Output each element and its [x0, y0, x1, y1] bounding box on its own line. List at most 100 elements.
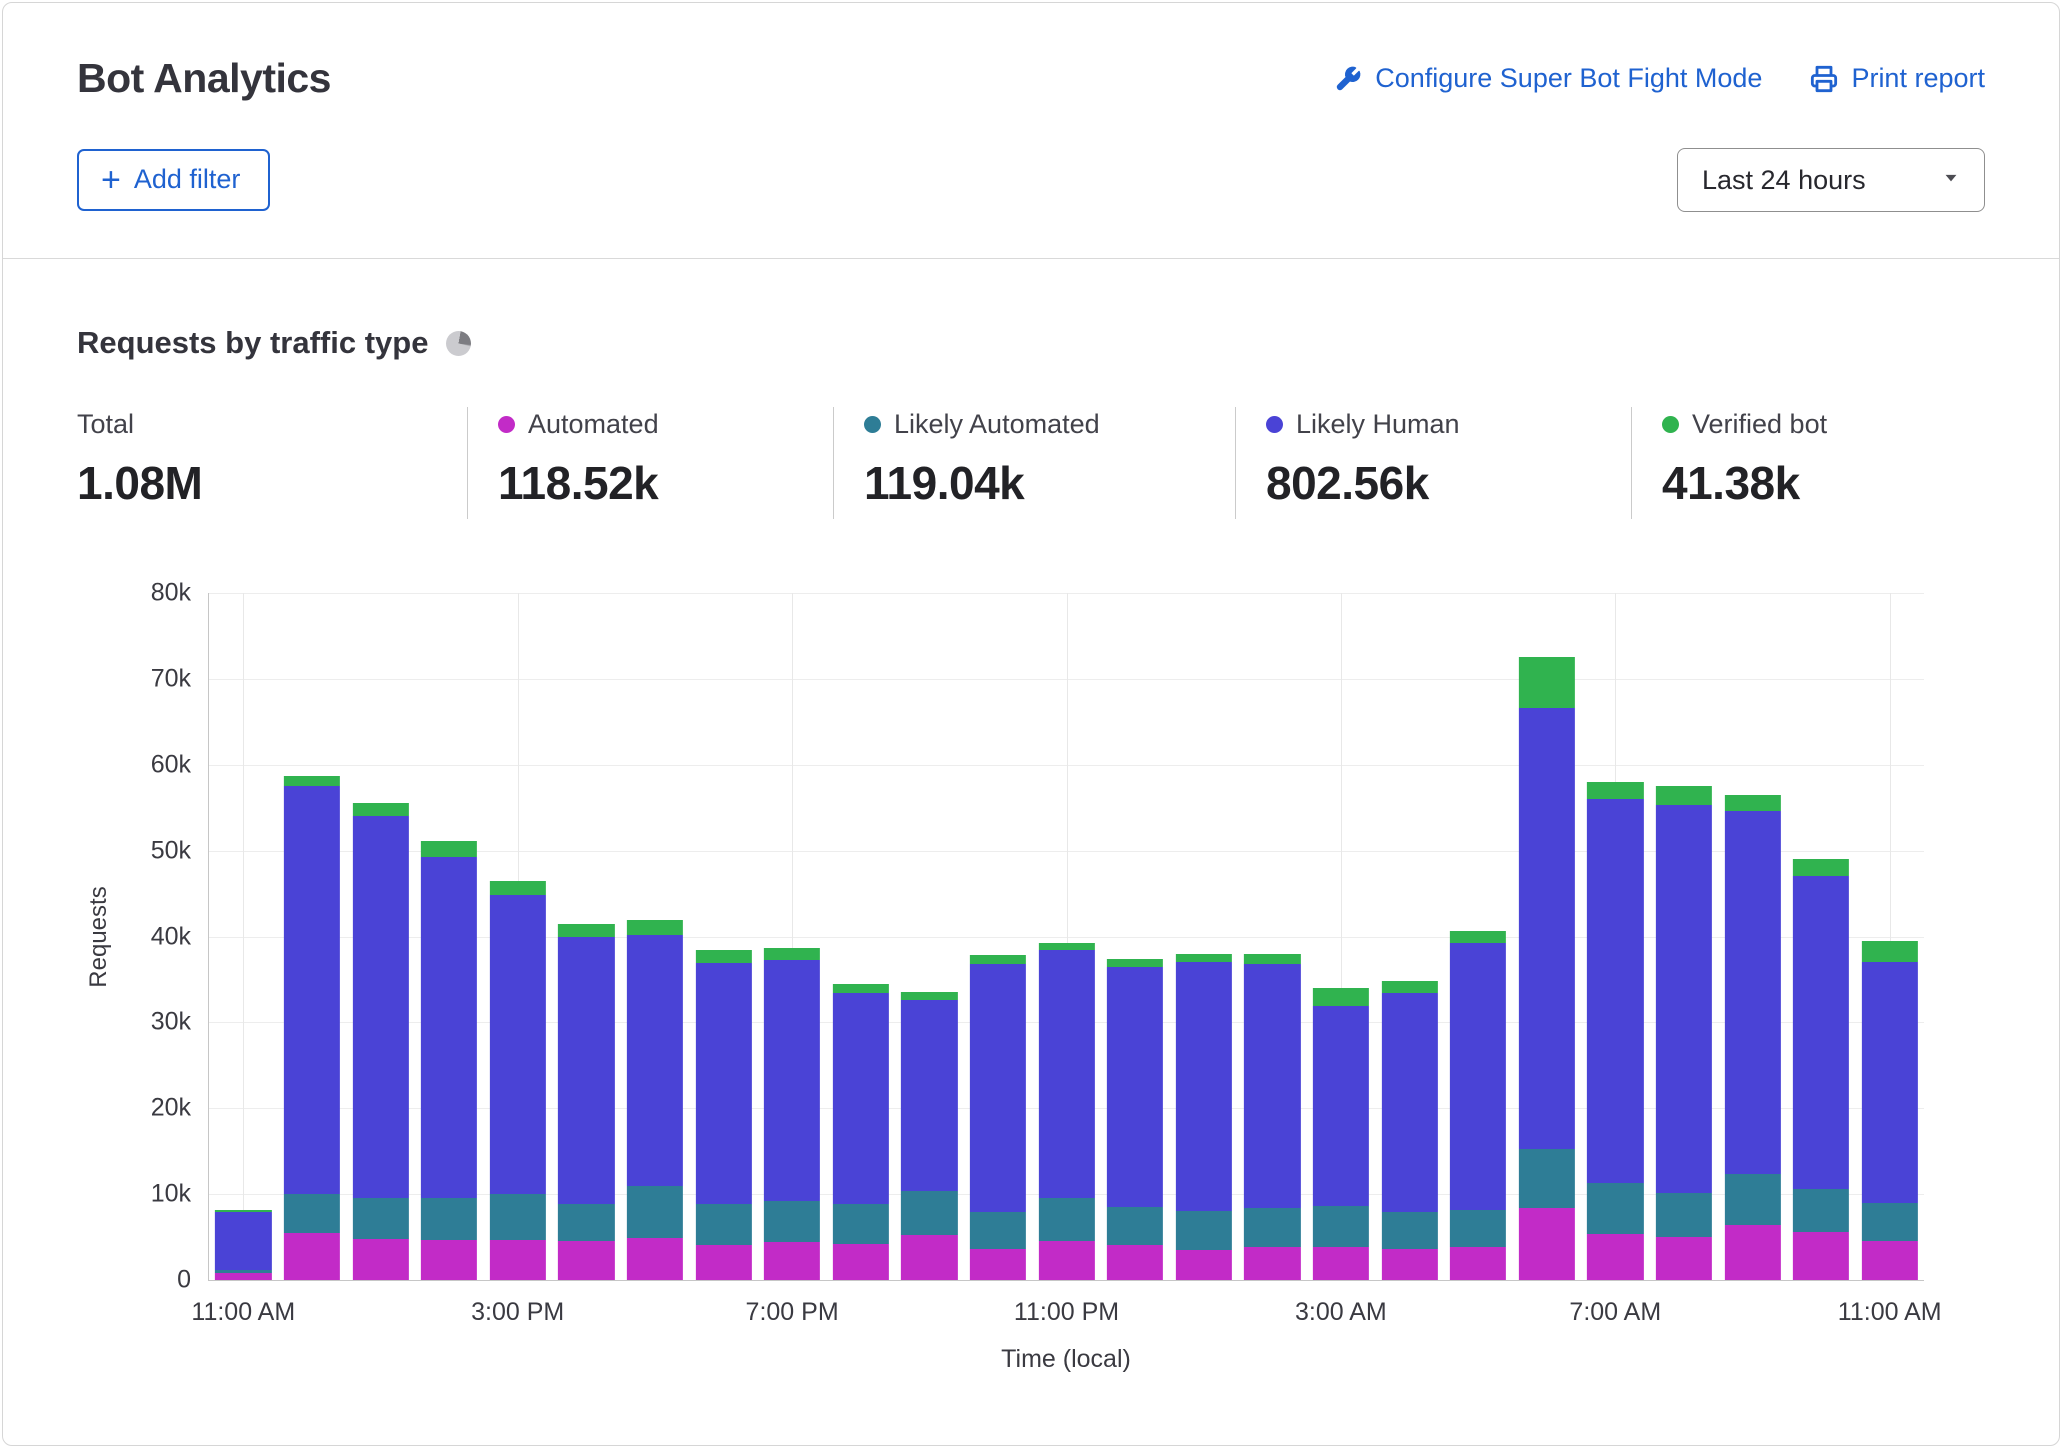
bar-segment-verified-bot[interactable] [1107, 959, 1163, 968]
bar-segment-likely-human[interactable] [627, 935, 683, 1187]
bar-segment-likely-automated[interactable] [1862, 1203, 1918, 1241]
bar-segment-verified-bot[interactable] [695, 950, 751, 963]
bar-segment-likely-human[interactable] [1519, 708, 1575, 1149]
bar-segment-automated[interactable] [558, 1241, 614, 1280]
bar-segment-likely-human[interactable] [284, 786, 340, 1194]
bar-segment-likely-human[interactable] [421, 857, 477, 1199]
bar-segment-verified-bot[interactable] [1656, 786, 1712, 805]
bar-segment-automated[interactable] [1519, 1208, 1575, 1280]
bar-segment-likely-automated[interactable] [1038, 1198, 1094, 1240]
bar-segment-automated[interactable] [1656, 1237, 1712, 1280]
bar-segment-likely-human[interactable] [695, 963, 751, 1203]
bar-segment-likely-human[interactable] [1176, 962, 1232, 1211]
bar-segment-verified-bot[interactable] [970, 955, 1026, 964]
bar-segment-likely-automated[interactable] [284, 1194, 340, 1233]
bar-segment-verified-bot[interactable] [490, 881, 546, 896]
bar-segment-automated[interactable] [1176, 1250, 1232, 1280]
bar-segment-verified-bot[interactable] [1176, 954, 1232, 963]
bar-segment-automated[interactable] [695, 1245, 751, 1280]
bar-segment-likely-automated[interactable] [1313, 1206, 1369, 1246]
bar-segment-likely-human[interactable] [490, 895, 546, 1194]
bar-segment-likely-automated[interactable] [970, 1212, 1026, 1249]
bar-segment-likely-automated[interactable] [1793, 1189, 1849, 1232]
bar-segment-verified-bot[interactable] [1381, 981, 1437, 993]
bar-segment-verified-bot[interactable] [764, 948, 820, 960]
bar-segment-likely-human[interactable] [833, 993, 889, 1203]
bar-segment-likely-automated[interactable] [558, 1204, 614, 1242]
bar-segment-automated[interactable] [490, 1240, 546, 1280]
bar-segment-automated[interactable] [1862, 1241, 1918, 1281]
bar-segment-automated[interactable] [352, 1239, 408, 1280]
bar-segment-verified-bot[interactable] [1519, 657, 1575, 708]
bar-segment-automated[interactable] [627, 1238, 683, 1280]
bar-segment-likely-human[interactable] [1381, 993, 1437, 1212]
bar-segment-likely-automated[interactable] [627, 1186, 683, 1238]
bar-segment-likely-automated[interactable] [901, 1191, 957, 1236]
bar-segment-likely-automated[interactable] [1656, 1193, 1712, 1237]
bar-segment-likely-human[interactable] [1724, 811, 1780, 1174]
bar-segment-likely-automated[interactable] [1519, 1149, 1575, 1208]
bar-segment-likely-automated[interactable] [1176, 1211, 1232, 1250]
add-filter-button[interactable]: + Add filter [77, 149, 270, 211]
bar-segment-likely-human[interactable] [764, 960, 820, 1201]
bar-segment-likely-human[interactable] [1107, 967, 1163, 1207]
bar-segment-verified-bot[interactable] [1793, 859, 1849, 876]
bar-segment-automated[interactable] [421, 1240, 477, 1280]
bar-segment-likely-human[interactable] [1862, 962, 1918, 1202]
bar-segment-automated[interactable] [1381, 1249, 1437, 1280]
bar-segment-verified-bot[interactable] [558, 924, 614, 937]
bar-segment-automated[interactable] [1313, 1247, 1369, 1280]
bar-segment-automated[interactable] [1450, 1247, 1506, 1280]
bar-segment-likely-automated[interactable] [1587, 1183, 1643, 1234]
bar-segment-verified-bot[interactable] [421, 841, 477, 856]
bar-segment-verified-bot[interactable] [215, 1210, 271, 1212]
bar-segment-verified-bot[interactable] [833, 984, 889, 993]
bar-segment-likely-human[interactable] [1038, 950, 1094, 1198]
bar-segment-verified-bot[interactable] [901, 992, 957, 1000]
bar-segment-likely-automated[interactable] [1244, 1208, 1300, 1247]
bar-segment-likely-human[interactable] [1656, 805, 1712, 1193]
bar-segment-likely-human[interactable] [1244, 964, 1300, 1208]
bar-segment-verified-bot[interactable] [1450, 931, 1506, 942]
bar-segment-verified-bot[interactable] [1244, 954, 1300, 964]
bar-segment-likely-automated[interactable] [421, 1198, 477, 1239]
bar-segment-automated[interactable] [901, 1235, 957, 1280]
print-report-link[interactable]: Print report [1810, 63, 1985, 94]
bar-segment-automated[interactable] [1724, 1225, 1780, 1280]
time-range-select[interactable]: Last 24 hours [1677, 148, 1985, 212]
bar-segment-likely-human[interactable] [1313, 1006, 1369, 1206]
bar-segment-likely-human[interactable] [1450, 943, 1506, 1211]
bar-segment-verified-bot[interactable] [1724, 795, 1780, 811]
bar-segment-likely-automated[interactable] [1107, 1207, 1163, 1245]
bar-segment-automated[interactable] [764, 1242, 820, 1280]
bar-segment-likely-automated[interactable] [352, 1198, 408, 1238]
bar-segment-automated[interactable] [1107, 1245, 1163, 1280]
bar-segment-verified-bot[interactable] [1038, 943, 1094, 950]
bar-segment-verified-bot[interactable] [1587, 782, 1643, 799]
bar-segment-likely-automated[interactable] [1381, 1212, 1437, 1249]
bar-segment-automated[interactable] [833, 1244, 889, 1280]
bar-segment-automated[interactable] [970, 1249, 1026, 1280]
bar-segment-automated[interactable] [1244, 1247, 1300, 1280]
bar-segment-automated[interactable] [215, 1273, 271, 1280]
bar-segment-likely-human[interactable] [1793, 876, 1849, 1189]
bar-segment-likely-automated[interactable] [215, 1270, 271, 1273]
bar-segment-likely-automated[interactable] [490, 1194, 546, 1240]
bar-segment-verified-bot[interactable] [284, 776, 340, 786]
bar-segment-automated[interactable] [1587, 1234, 1643, 1280]
bar-segment-likely-automated[interactable] [833, 1204, 889, 1244]
bar-segment-verified-bot[interactable] [352, 803, 408, 817]
bar-segment-likely-human[interactable] [901, 1000, 957, 1191]
bar-segment-automated[interactable] [1038, 1241, 1094, 1281]
bar-segment-likely-automated[interactable] [1724, 1174, 1780, 1225]
configure-super-bot-fight-mode-link[interactable]: Configure Super Bot Fight Mode [1334, 63, 1762, 94]
bar-segment-likely-human[interactable] [1587, 799, 1643, 1183]
bar-segment-likely-human[interactable] [352, 816, 408, 1198]
bar-segment-likely-human[interactable] [215, 1212, 271, 1270]
bar-segment-likely-human[interactable] [970, 964, 1026, 1212]
bar-segment-verified-bot[interactable] [1313, 988, 1369, 1006]
bar-segment-likely-automated[interactable] [1450, 1210, 1506, 1246]
bar-segment-automated[interactable] [1793, 1232, 1849, 1280]
bar-segment-verified-bot[interactable] [627, 920, 683, 935]
bar-segment-verified-bot[interactable] [1862, 941, 1918, 962]
